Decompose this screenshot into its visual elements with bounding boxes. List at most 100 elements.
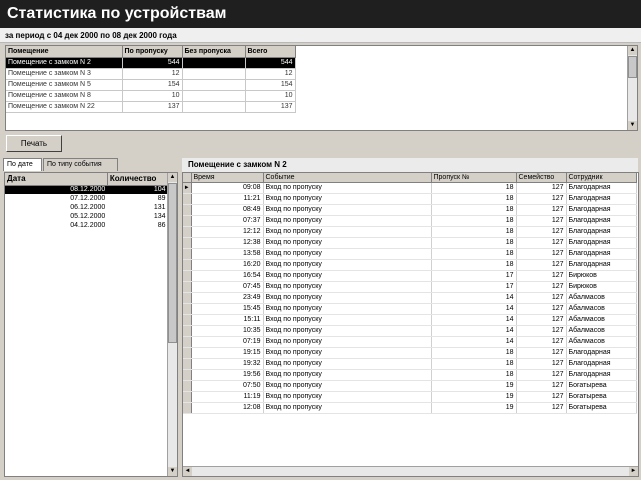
dates-col-date[interactable]: Дата <box>5 173 108 186</box>
table-row[interactable]: 05.12.2000 134 <box>5 212 168 221</box>
table-row[interactable]: 12:12 Вход по пропуску 18 127 Благодарная <box>183 226 637 238</box>
table-row[interactable]: 11:21 Вход по пропуску 18 127 Благодарная <box>183 193 637 205</box>
scroll-down-icon[interactable]: ▼ <box>168 467 177 476</box>
row-indicator <box>183 314 192 326</box>
events-col-family[interactable]: Семейство <box>516 173 567 183</box>
event-pass: 14 <box>431 314 517 326</box>
event-pass: 18 <box>431 215 517 227</box>
table-row[interactable]: Помещение с замком N 8 10 10 <box>6 90 296 102</box>
room-total: 154 <box>245 79 296 91</box>
room-name: Помещение с замком N 8 <box>6 90 123 102</box>
tab-by-date[interactable]: По дате <box>3 158 42 171</box>
events-grid[interactable]: Время Событие Пропуск № Семейство Сотруд… <box>182 172 639 477</box>
event-type: Вход по пропуску <box>263 270 432 282</box>
events-col-time[interactable]: Время <box>191 173 264 183</box>
table-row[interactable]: Помещение с замком N 2 544 544 <box>6 57 296 69</box>
table-row[interactable]: 07:19 Вход по пропуску 14 127 Абалмасов <box>183 336 637 348</box>
table-row[interactable]: Помещение с замком N 22 137 137 <box>6 101 296 113</box>
rooms-col-without-pass[interactable]: Без пропуска <box>182 46 246 58</box>
date-value: 05.12.2000 <box>70 213 106 220</box>
dates-vertical-scrollbar[interactable]: ▲ ▼ <box>167 173 177 476</box>
event-type: Вход по пропуску <box>263 182 432 194</box>
rooms-col-by-pass[interactable]: По пропуску <box>122 46 183 58</box>
event-time: 12:12 <box>191 226 264 238</box>
events-col-pass[interactable]: Пропуск № <box>431 173 517 183</box>
tab-by-event-type[interactable]: По типу события <box>43 158 118 171</box>
table-row[interactable]: 19:15 Вход по пропуску 18 127 Благодарная <box>183 347 637 359</box>
print-button[interactable]: Печать <box>6 135 62 152</box>
event-time: 07:50 <box>191 380 264 392</box>
event-employee: Богатырева <box>566 391 637 403</box>
event-employee: Благодарная <box>566 182 637 194</box>
room-total: 544 <box>245 57 296 69</box>
table-row[interactable]: 11:19 Вход по пропуску 19 127 Богатырева <box>183 391 637 403</box>
events-col-event[interactable]: Событие <box>263 173 432 183</box>
table-row[interactable]: 16:54 Вход по пропуску 17 127 Бирюков <box>183 270 637 282</box>
event-family: 127 <box>516 292 567 304</box>
dates-col-count[interactable]: Количество <box>107 173 169 186</box>
table-row[interactable]: 07.12.2000 89 <box>5 194 168 203</box>
row-indicator <box>183 215 192 227</box>
event-family: 127 <box>516 182 567 194</box>
scroll-down-icon[interactable]: ▼ <box>628 121 637 130</box>
rooms-col-total[interactable]: Всего <box>245 46 296 58</box>
room-total: 137 <box>245 101 296 113</box>
table-row[interactable]: 15:45 Вход по пропуску 14 127 Абалмасов <box>183 303 637 315</box>
event-pass: 17 <box>431 281 517 293</box>
scroll-up-icon[interactable]: ▲ <box>168 173 177 182</box>
table-row[interactable]: 13:58 Вход по пропуску 18 127 Благодарная <box>183 248 637 260</box>
row-indicator <box>183 358 192 370</box>
table-row[interactable]: Помещение с замком N 3 12 12 <box>6 68 296 80</box>
table-row[interactable]: 23:49 Вход по пропуску 14 127 Абалмасов <box>183 292 637 304</box>
table-row[interactable]: 07:37 Вход по пропуску 18 127 Благодарная <box>183 215 637 227</box>
table-row[interactable]: 08.12.2000 104 <box>5 185 168 194</box>
table-row[interactable]: 07:45 Вход по пропуску 17 127 Бирюков <box>183 281 637 293</box>
event-type: Вход по пропуску <box>263 215 432 227</box>
table-row[interactable]: 12:38 Вход по пропуску 18 127 Благодарная <box>183 237 637 249</box>
event-time: 11:21 <box>191 193 264 205</box>
scroll-right-icon[interactable]: ► <box>629 467 638 476</box>
table-row[interactable]: 19:32 Вход по пропуску 18 127 Благодарная <box>183 358 637 370</box>
event-time: 16:20 <box>191 259 264 271</box>
table-row[interactable]: 16:20 Вход по пропуску 18 127 Благодарная <box>183 259 637 271</box>
event-type: Вход по пропуску <box>263 347 432 359</box>
table-row[interactable]: 19:56 Вход по пропуску 18 127 Благодарная <box>183 369 637 381</box>
table-row[interactable]: 10:35 Вход по пропуску 14 127 Абалмасов <box>183 325 637 337</box>
scroll-up-icon[interactable]: ▲ <box>628 46 637 55</box>
date-value: 08.12.2000 <box>5 185 108 194</box>
dates-grid[interactable]: Дата Количество 08.12.2000 104 07.12.2000 8… <box>4 172 178 477</box>
event-family: 127 <box>516 193 567 205</box>
row-indicator-header <box>183 173 192 183</box>
event-family: 127 <box>516 336 567 348</box>
event-pass: 18 <box>431 347 517 359</box>
event-time: 13:58 <box>191 248 264 260</box>
event-employee: Бирюков <box>566 270 637 282</box>
event-type: Вход по пропуску <box>263 281 432 293</box>
event-family: 127 <box>516 215 567 227</box>
events-col-employee[interactable]: Сотрудник <box>566 173 637 183</box>
table-row[interactable]: 06.12.2000 131 <box>5 203 168 212</box>
table-row[interactable]: 08:49 Вход по пропуску 18 127 Благодарная <box>183 204 637 216</box>
scroll-thumb[interactable] <box>168 183 177 343</box>
event-time: 11:19 <box>191 391 264 403</box>
event-type: Вход по пропуску <box>263 292 432 304</box>
event-family: 127 <box>516 270 567 282</box>
table-row[interactable]: 12:08 Вход по пропуску 19 127 Богатырева <box>183 402 637 414</box>
scroll-thumb[interactable] <box>628 56 637 78</box>
scroll-left-icon[interactable]: ◄ <box>183 467 192 476</box>
events-horizontal-scrollbar[interactable]: ◄ ► <box>183 466 638 476</box>
date-count: 104 <box>107 185 168 194</box>
event-employee: Абалмасов <box>566 303 637 315</box>
rooms-col-room[interactable]: Помещение <box>6 46 123 58</box>
table-row[interactable]: 07:50 Вход по пропуску 19 127 Богатырева <box>183 380 637 392</box>
rooms-vertical-scrollbar[interactable]: ▲ ▼ <box>627 46 637 130</box>
room-name: Помещение с замком N 22 <box>6 101 123 113</box>
table-row[interactable]: 15:11 Вход по пропуску 14 127 Абалмасов <box>183 314 637 326</box>
table-row[interactable]: ► 09:08 Вход по пропуску 18 127 Благодарная <box>183 182 637 194</box>
event-type: Вход по пропуску <box>263 402 432 414</box>
event-family: 127 <box>516 259 567 271</box>
table-row[interactable]: Помещение с замком N 5 154 154 <box>6 79 296 91</box>
table-row[interactable]: 04.12.2000 86 <box>5 221 168 230</box>
rooms-grid[interactable]: Помещение По пропуску Без пропуска Всего… <box>5 45 638 131</box>
room-by-pass: 544 <box>122 57 183 69</box>
